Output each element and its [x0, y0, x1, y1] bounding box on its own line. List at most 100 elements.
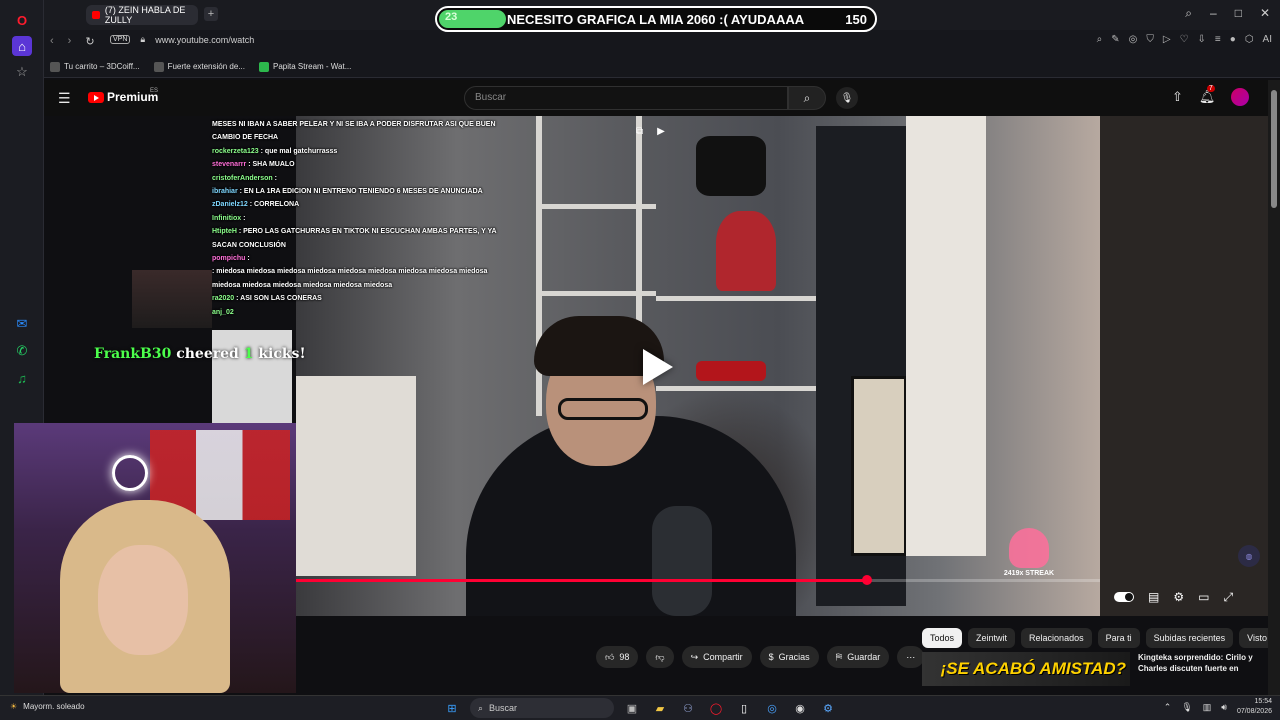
notepad-icon[interactable]: ▯: [734, 699, 754, 717]
streak-widget: 2419x STREAK: [988, 528, 1070, 577]
download-icon[interactable]: ⇩: [1198, 34, 1206, 45]
chat-message: : miedosa miedosa miedosa miedosa miedos…: [212, 265, 502, 292]
forward-icon[interactable]: ›: [68, 35, 72, 48]
app-icon[interactable]: ⚇: [678, 699, 698, 717]
chip-filter[interactable]: Todos: [922, 628, 963, 648]
vpn-badge[interactable]: VPN: [110, 35, 131, 44]
chip-filter[interactable]: Para ti: [1097, 628, 1140, 648]
video-progress-scrubber[interactable]: [861, 575, 872, 585]
upload-icon[interactable]: ⇧: [1172, 89, 1183, 105]
heart-icon[interactable]: ♡: [1180, 34, 1189, 45]
video-camera-icon[interactable]: ▶: [657, 126, 665, 137]
search-input[interactable]: Buscar: [464, 86, 788, 110]
weather-widget[interactable]: ☀ Mayorm. soleado: [10, 702, 85, 711]
aria-ai-button[interactable]: AI: [1263, 34, 1272, 45]
share-button[interactable]: ↪ Compartir: [681, 646, 752, 668]
file-explorer-icon[interactable]: ▰: [650, 699, 670, 717]
edit-icon[interactable]: ✎: [1111, 34, 1119, 45]
mini-video-thumbnail: [132, 270, 212, 328]
overlay-white-panel: [212, 330, 292, 424]
settings-app-icon[interactable]: ⚙: [818, 699, 838, 717]
url-field[interactable]: VPN 🔒︎ www.youtube.com/watch: [110, 34, 254, 45]
browser-tab-active[interactable]: (7) ZEIN HABLA DE ZULLY: [86, 5, 198, 25]
play-icon[interactable]: ▷: [1163, 34, 1171, 45]
clock[interactable]: 15:54 07/08/2026: [1237, 697, 1272, 717]
recommended-title[interactable]: Kingteka sorprendido: Cirilo y Charles d…: [1138, 652, 1268, 686]
menu-icon[interactable]: ≡: [1215, 34, 1221, 45]
more-actions-button[interactable]: ⋯: [897, 646, 925, 668]
channel-watermark-icon[interactable]: ◍: [1238, 545, 1260, 567]
task-view-icon[interactable]: ▣: [622, 699, 642, 717]
subtitles-icon[interactable]: ▤: [1148, 590, 1159, 605]
clapping-hands-icon: [1009, 528, 1049, 568]
copy-icon[interactable]: ⧉: [636, 126, 643, 137]
theater-mode-icon[interactable]: ▭: [1198, 590, 1209, 605]
voice-search-button[interactable]: 🎙︎: [836, 87, 858, 109]
save-button[interactable]: ⛿ Guardar: [826, 646, 890, 668]
opera-logo-icon[interactable]: O: [12, 10, 32, 30]
home-icon[interactable]: ⌂: [12, 36, 32, 56]
fullscreen-icon[interactable]: ⤢: [1223, 590, 1233, 605]
recommendation-chips: Todos Zeintwit Relacionados Para ti Subidas …: [922, 628, 1276, 648]
zoom-icon[interactable]: ⌕: [1097, 34, 1103, 45]
url-text[interactable]: www.youtube.com/watch: [155, 35, 254, 45]
network-icon[interactable]: ▥: [1203, 702, 1212, 713]
autoplay-toggle[interactable]: [1114, 592, 1134, 602]
video-actions: 👍︎ 98 👎︎ ↪ Compartir $ Gracias ⛿ Guardar ⋯: [596, 646, 925, 668]
cube-icon[interactable]: ⬡: [1245, 34, 1254, 45]
recommended-thumbnail[interactable]: ¡SE ACABÓ AMISTAD?: [922, 652, 1130, 686]
search-icon: ⌕: [803, 90, 811, 105]
close-button[interactable]: ✕: [1260, 6, 1270, 21]
opera-icon[interactable]: ◯: [706, 699, 726, 717]
chat-username: rockerzeta123: [212, 147, 259, 155]
search-button[interactable]: ⌕: [788, 86, 826, 110]
new-tab-button[interactable]: +: [204, 7, 218, 21]
reload-icon[interactable]: ↻: [85, 35, 94, 48]
streamer-face: [98, 545, 188, 655]
youtube-logo[interactable]: Premium: [88, 90, 158, 104]
chip-filter[interactable]: Relacionados: [1021, 628, 1092, 648]
camera-icon[interactable]: ◎: [1129, 34, 1138, 45]
profile-icon[interactable]: ●: [1230, 34, 1236, 45]
volume-icon[interactable]: 🔊︎: [1221, 702, 1227, 713]
shelf-board: [536, 291, 656, 296]
spotify-icon[interactable]: ♫: [12, 368, 32, 388]
maximize-button[interactable]: □: [1235, 6, 1242, 21]
settings-gear-icon[interactable]: ⚙: [1173, 590, 1184, 605]
messenger-icon[interactable]: ✉: [12, 314, 32, 334]
bookmark-item[interactable]: Tu carrito – 3DCoiff...: [50, 61, 140, 72]
like-button[interactable]: 👍︎ 98: [596, 646, 639, 668]
bookmark-item[interactable]: Fuerte extensión de...: [153, 61, 245, 72]
search-tabs-icon[interactable]: ⌕: [1185, 6, 1192, 21]
microphone-tray-icon[interactable]: 🎙︎: [1181, 702, 1192, 713]
pinboard-icon[interactable]: ☆: [12, 62, 32, 82]
bookmark-item[interactable]: Papita Stream - Wat...: [258, 61, 351, 72]
whatsapp-icon[interactable]: ✆: [12, 341, 32, 361]
play-button[interactable]: [625, 346, 685, 388]
dislike-button[interactable]: 👎︎: [646, 646, 674, 668]
steam-icon[interactable]: ◎: [762, 699, 782, 717]
chip-filter[interactable]: Zeintwit: [968, 628, 1016, 648]
obs-icon[interactable]: ◉: [790, 699, 810, 717]
recommended-video[interactable]: ¡SE ACABÓ AMISTAD? Kingteka sorprendido:…: [922, 652, 1268, 686]
video-progress-bar[interactable]: [296, 575, 1100, 585]
taskbar-search[interactable]: ⌕ Buscar: [470, 698, 614, 718]
back-icon[interactable]: ‹: [50, 35, 54, 48]
chat-username: cristoferAnderson: [212, 174, 273, 182]
minimize-button[interactable]: –: [1210, 6, 1217, 21]
chat-username: ra2020: [212, 295, 235, 303]
chat-message: stevenarrr : SHA MUALO: [212, 158, 502, 171]
chip-filter[interactable]: Subidas recientes: [1145, 628, 1234, 648]
chat-text: MESES NI IBAN A SABER PELEAR Y NI SE IBA…: [212, 121, 496, 142]
goal-title: NECESITO GRAFICA LA MIA 2060 :( AYUDAAAA: [507, 12, 805, 27]
hamburger-menu-icon[interactable]: ☰: [58, 90, 71, 107]
notifications-bell-icon[interactable]: 🔔︎ 7: [1199, 85, 1215, 105]
shield-icon[interactable]: ⛉: [1146, 34, 1154, 45]
avatar[interactable]: [1231, 88, 1250, 106]
windows-start-icon[interactable]: ⊞: [442, 699, 462, 717]
bookmark-favicon-icon: [258, 61, 269, 72]
chevron-up-icon[interactable]: ⌃: [1164, 702, 1172, 713]
thanks-button[interactable]: $ Gracias: [759, 646, 819, 668]
scrollbar-thumb[interactable]: [1271, 90, 1277, 208]
shelf-board: [656, 296, 816, 301]
